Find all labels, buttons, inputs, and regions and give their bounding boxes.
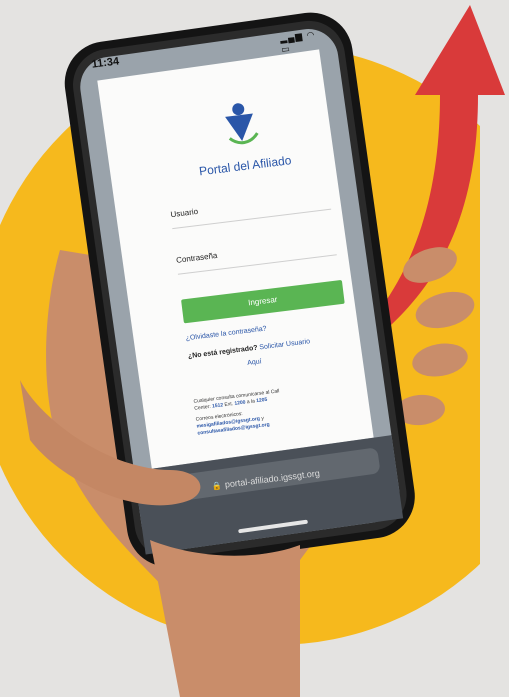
register-line: ¿No está registrado? Solicitar Usuario: [188, 338, 311, 360]
bg-top-strip: [0, 0, 509, 20]
forgot-password-link[interactable]: ¿Olvidaste la contraseña?: [185, 325, 267, 342]
status-icons: ▂▄▆ ◠ ▭: [279, 29, 316, 55]
register-link[interactable]: Solicitar Usuario: [259, 338, 310, 351]
page-title: Portal del Afiliado: [198, 153, 293, 179]
login-button[interactable]: Ingresar: [181, 279, 345, 324]
register-question: ¿No está registrado?: [187, 344, 258, 361]
contact-info: Cualquier consulta comunicarse al Call C…: [193, 379, 357, 437]
password-label: Contraseña: [175, 250, 218, 265]
bg-right-strip: [480, 0, 509, 697]
lock-icon: 🔒: [211, 481, 223, 492]
register-aqui-link[interactable]: Aquí: [247, 358, 262, 367]
person-logo-icon: [225, 103, 259, 145]
username-label: Usuario: [170, 206, 199, 220]
